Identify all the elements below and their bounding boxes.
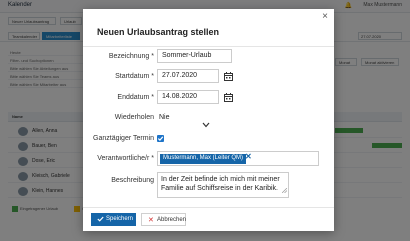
cancel-button[interactable]: ✕ Abbrechen — [141, 213, 186, 226]
divider — [83, 207, 334, 208]
field-row-enddatum: Enddatum * 14.08.2020 — [83, 90, 334, 106]
description-label: Beschreibung — [111, 177, 154, 184]
bezeichnung-input[interactable]: Sommer-Urlaub — [157, 49, 232, 63]
responsible-tag: Mustermann, Max (Leiter QM) — [160, 154, 247, 164]
startdatum-label: Startdatum * — [115, 73, 154, 80]
check-icon — [97, 216, 104, 224]
close-icon[interactable]: × — [322, 11, 328, 22]
enddatum-input[interactable]: 14.08.2020 — [157, 90, 219, 104]
close-icon: ✕ — [148, 217, 154, 224]
bezeichnung-label: Bezeichnung * — [108, 53, 154, 60]
repeat-select-value[interactable]: Nie — [159, 114, 170, 121]
field-row-beschreibung: Beschreibung In der Zeit befinde ich mic… — [83, 172, 334, 200]
enddatum-label: Enddatum * — [117, 94, 154, 101]
dialog-title: Neuen Urlaubsantrag stellen — [97, 27, 220, 37]
remove-tag-icon[interactable]: ✕ — [245, 153, 252, 161]
calendar-icon[interactable] — [224, 93, 233, 102]
chevron-down-icon[interactable] — [202, 115, 210, 133]
cancel-label: Abbrechen — [157, 217, 187, 223]
startdatum-input[interactable]: 27.07.2020 — [157, 69, 219, 83]
field-row-ganztaegig: Ganztägiger Termin — [83, 133, 334, 145]
field-row-wiederholen[interactable]: Wiederholen Nie — [83, 111, 334, 128]
save-button[interactable]: Speichern — [91, 213, 136, 226]
all-day-checkbox[interactable] — [157, 135, 164, 142]
calendar-icon[interactable] — [224, 72, 233, 81]
description-text: In der Zeit befinde ich mich mit meiner … — [161, 176, 280, 192]
responsible-tag-label: Mustermann, Max (Leiter QM) — [163, 155, 244, 161]
new-vacation-request-dialog: × Neuen Urlaubsantrag stellen Bezeichnun… — [83, 9, 334, 231]
save-label: Speichern — [106, 216, 134, 222]
divider — [83, 46, 334, 47]
responsible-label: Verantwortliche/r * — [97, 155, 154, 162]
all-day-label: Ganztägiger Termin — [93, 135, 154, 142]
description-textarea[interactable]: In der Zeit befinde ich mich mit meiner … — [157, 172, 289, 198]
field-row-startdatum: Startdatum * 27.07.2020 — [83, 69, 334, 85]
resize-handle-icon[interactable] — [281, 187, 288, 196]
field-row-verantwortliche: Verantwortliche/r * Mustermann, Max (Lei… — [83, 151, 334, 167]
responsible-input[interactable]: Mustermann, Max (Leiter QM) ✕ — [157, 151, 319, 166]
field-row-bezeichnung: Bezeichnung * Sommer-Urlaub — [83, 49, 334, 65]
wiederholen-label: Wiederholen — [114, 114, 154, 121]
